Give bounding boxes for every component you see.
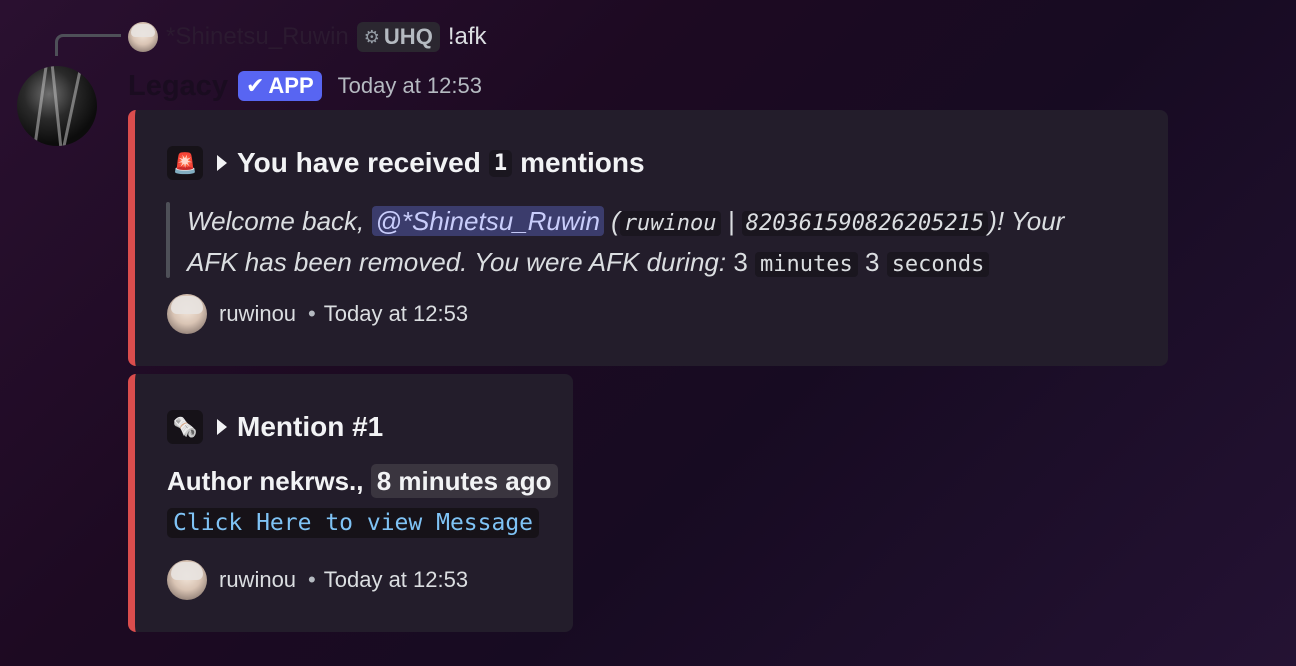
welcome-text: Welcome back, <box>187 206 365 236</box>
user-id-code: 820361590826205215 <box>741 211 989 236</box>
caret-right-icon <box>217 419 227 435</box>
footer-time: Today at 12:53 <box>323 301 469 326</box>
embed-footer: ruwinou • Today at 12:53 <box>167 560 468 600</box>
footer-avatar <box>167 294 207 334</box>
user-mention[interactable]: @*Shinetsu_Ruwin <box>371 206 604 236</box>
footer-name: ruwinou <box>219 301 297 326</box>
reply-author-name[interactable]: *Shinetsu_Ruwin <box>166 23 349 51</box>
footer-dot: • <box>308 301 316 326</box>
welcome-quote: Welcome back, @*Shinetsu_Ruwin (ruwinou … <box>187 202 1147 284</box>
paren-open: ( <box>611 206 620 236</box>
quote-close: )! Your <box>988 206 1065 236</box>
mention-author-line: Author nekrws., 8 minutes ago <box>167 464 558 498</box>
minutes-label: minutes <box>755 252 858 277</box>
embed-title-suffix: mentions <box>520 147 645 178</box>
embed-title-prefix: You have received <box>237 147 481 178</box>
bot-avatar[interactable] <box>17 66 97 146</box>
server-tag[interactable]: ⚙ UHQ <box>356 22 440 52</box>
mention-author: Author nekrws., <box>167 466 364 496</box>
minutes-value: 3 <box>733 247 748 277</box>
server-tag-label: UHQ <box>383 24 433 49</box>
caret-right-icon <box>217 155 227 171</box>
message-header: Legacy ✔ APP Today at 12:53 <box>128 68 482 104</box>
mention-detail-embed: 🗞️ Mention #1 Author nekrws., 8 minutes … <box>128 374 573 632</box>
footer-avatar <box>167 560 207 600</box>
mention-time-ago[interactable]: 8 minutes ago <box>370 464 558 498</box>
quote-bar <box>166 202 170 278</box>
bot-name[interactable]: Legacy <box>128 70 228 103</box>
afk-removed-text: AFK has been removed. You were AFK durin… <box>187 247 727 277</box>
reply-author-avatar[interactable] <box>128 22 158 52</box>
footer-name: ruwinou <box>219 567 297 592</box>
message-timestamp[interactable]: Today at 12:53 <box>338 73 482 99</box>
check-icon: ✔ <box>245 73 265 98</box>
mention-title: 🗞️ Mention #1 <box>167 410 383 444</box>
gear-icon: ⚙ <box>363 26 380 47</box>
view-message-link[interactable]: Click Here to view Message <box>167 508 540 538</box>
app-badge: ✔ APP <box>237 71 322 101</box>
mention-count: 1 <box>488 149 513 177</box>
mention-title-text: Mention #1 <box>237 411 384 442</box>
username-code: ruwinou <box>619 211 721 236</box>
reply-content[interactable]: !afk <box>448 23 487 51</box>
embed-footer: ruwinou • Today at 12:53 <box>167 294 468 334</box>
reply-reference[interactable]: *Shinetsu_Ruwin ⚙ UHQ !afk <box>128 20 487 54</box>
seconds-label: seconds <box>886 252 990 277</box>
siren-icon: 🚨 <box>167 146 203 180</box>
mentions-embed: 🚨 You have received 1 mentions Welcome b… <box>128 110 1168 366</box>
separator: | <box>727 206 735 236</box>
footer-time: Today at 12:53 <box>323 567 469 592</box>
newspaper-icon: 🗞️ <box>167 410 203 444</box>
footer-dot: • <box>308 567 316 592</box>
seconds-value: 3 <box>864 247 880 277</box>
embed-title: 🚨 You have received 1 mentions <box>167 146 645 180</box>
reply-connector <box>55 34 121 56</box>
app-badge-label: APP <box>268 73 314 98</box>
